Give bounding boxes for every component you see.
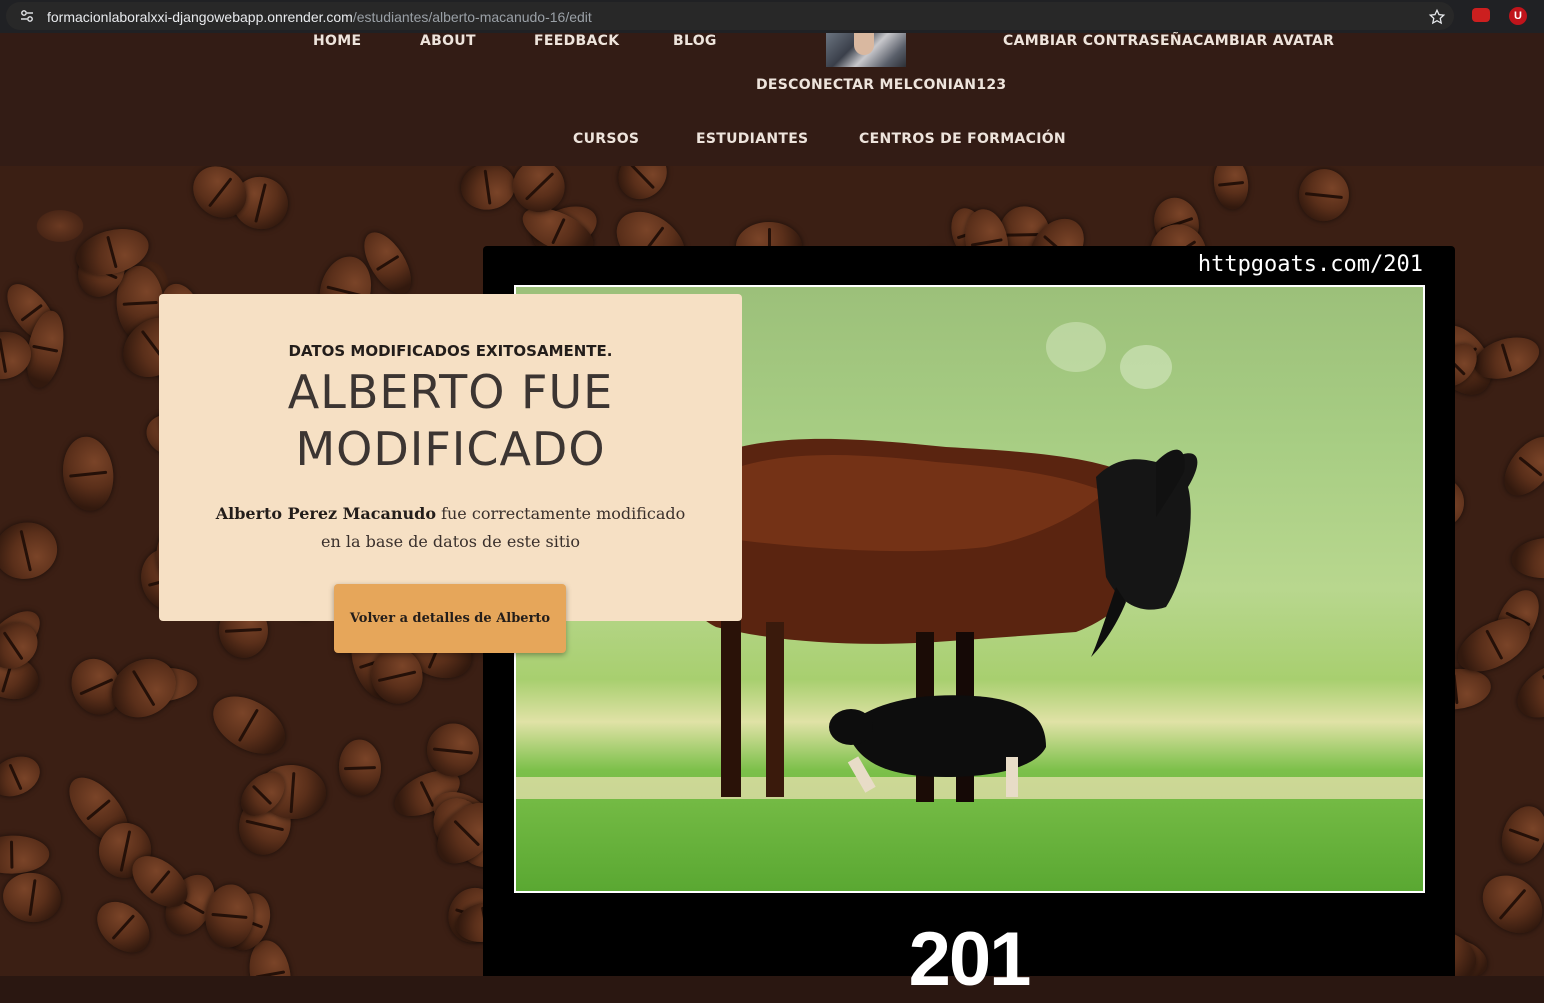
coffee-bean: [1295, 166, 1352, 224]
coffee-bean: [337, 738, 382, 797]
coffee-bean: [458, 166, 519, 213]
coffee-bean: [1494, 800, 1544, 870]
coffee-bean: [0, 749, 47, 804]
coffee-bean: [0, 516, 64, 586]
nav-courses[interactable]: CURSOS: [573, 131, 639, 147]
goat-status-code: 201: [908, 917, 1032, 1002]
success-title: ALBERTO FUE MODIFICADO: [159, 364, 742, 478]
browser-toolbar: formacionlaboralxxi-djangowebapp.onrende…: [0, 0, 1544, 34]
coffee-bean: [608, 166, 677, 210]
success-title-line2: MODIFICADO: [295, 422, 606, 476]
nav-home[interactable]: HOME: [313, 33, 361, 49]
success-subtitle: DATOS MODIFICADOS EXITOSAMENTE.: [288, 342, 613, 360]
url-text[interactable]: formacionlaboralxxi-djangowebapp.onrende…: [47, 9, 592, 25]
success-message: Alberto Perez Macanudo fue correctamente…: [209, 500, 692, 556]
nav-students[interactable]: ESTUDIANTES: [696, 131, 808, 147]
coffee-bean: [1471, 863, 1544, 945]
nav-training-centers[interactable]: CENTROS DE FORMACIÓN: [859, 131, 1066, 147]
site-header: HOME ABOUT FEEDBACK BLOG CAMBIAR CONTRAS…: [0, 33, 1544, 166]
success-card: DATOS MODIFICADOS EXITOSAMENTE. ALBERTO …: [159, 294, 742, 621]
nav-change-password[interactable]: CAMBIAR CONTRASEÑA: [1003, 33, 1193, 49]
student-name: Alberto Perez Macanudo: [215, 504, 436, 523]
bookmark-star-icon[interactable]: [1428, 8, 1446, 26]
nav-logout[interactable]: DESCONECTAR MELCONIAN123: [756, 77, 1006, 93]
coffee-bean: [1510, 535, 1544, 581]
u-extension-icon[interactable]: U: [1509, 7, 1527, 25]
coffee-bean: [87, 891, 160, 962]
nav-about[interactable]: ABOUT: [420, 33, 476, 49]
site-settings-icon[interactable]: [20, 9, 34, 23]
coffee-bean: [59, 433, 117, 514]
back-to-details-button[interactable]: Volver a detalles de Alberto: [334, 584, 566, 653]
coffee-bean: [203, 684, 296, 766]
nav-blog[interactable]: BLOG: [673, 33, 717, 49]
coffee-bean: [1507, 650, 1544, 729]
coffee-bean: [100, 647, 187, 730]
nav-change-avatar[interactable]: CAMBIAR AVATAR: [1193, 33, 1334, 49]
coffee-bean: [1494, 427, 1544, 505]
address-bar[interactable]: formacionlaboralxxi-djangowebapp.onrende…: [6, 2, 1454, 30]
nav-feedback[interactable]: FEEDBACK: [534, 33, 619, 49]
user-avatar[interactable]: [826, 33, 906, 67]
goat-site-label: httpgoats.com/201: [1197, 252, 1423, 277]
url-host: formacionlaboralxxi-djangowebapp.onrende…: [47, 9, 353, 25]
coffee-bean: [423, 720, 482, 780]
coffee-bean: [0, 868, 65, 926]
coffee-bean: [0, 835, 50, 875]
coffee-bean: [1210, 166, 1251, 211]
youtube-extension-icon[interactable]: [1472, 8, 1490, 22]
success-title-line1: ALBERTO FUE: [287, 365, 614, 419]
avatar-face: [854, 33, 874, 55]
url-path: /estudiantes/alberto-macanudo-16/edit: [352, 9, 592, 25]
